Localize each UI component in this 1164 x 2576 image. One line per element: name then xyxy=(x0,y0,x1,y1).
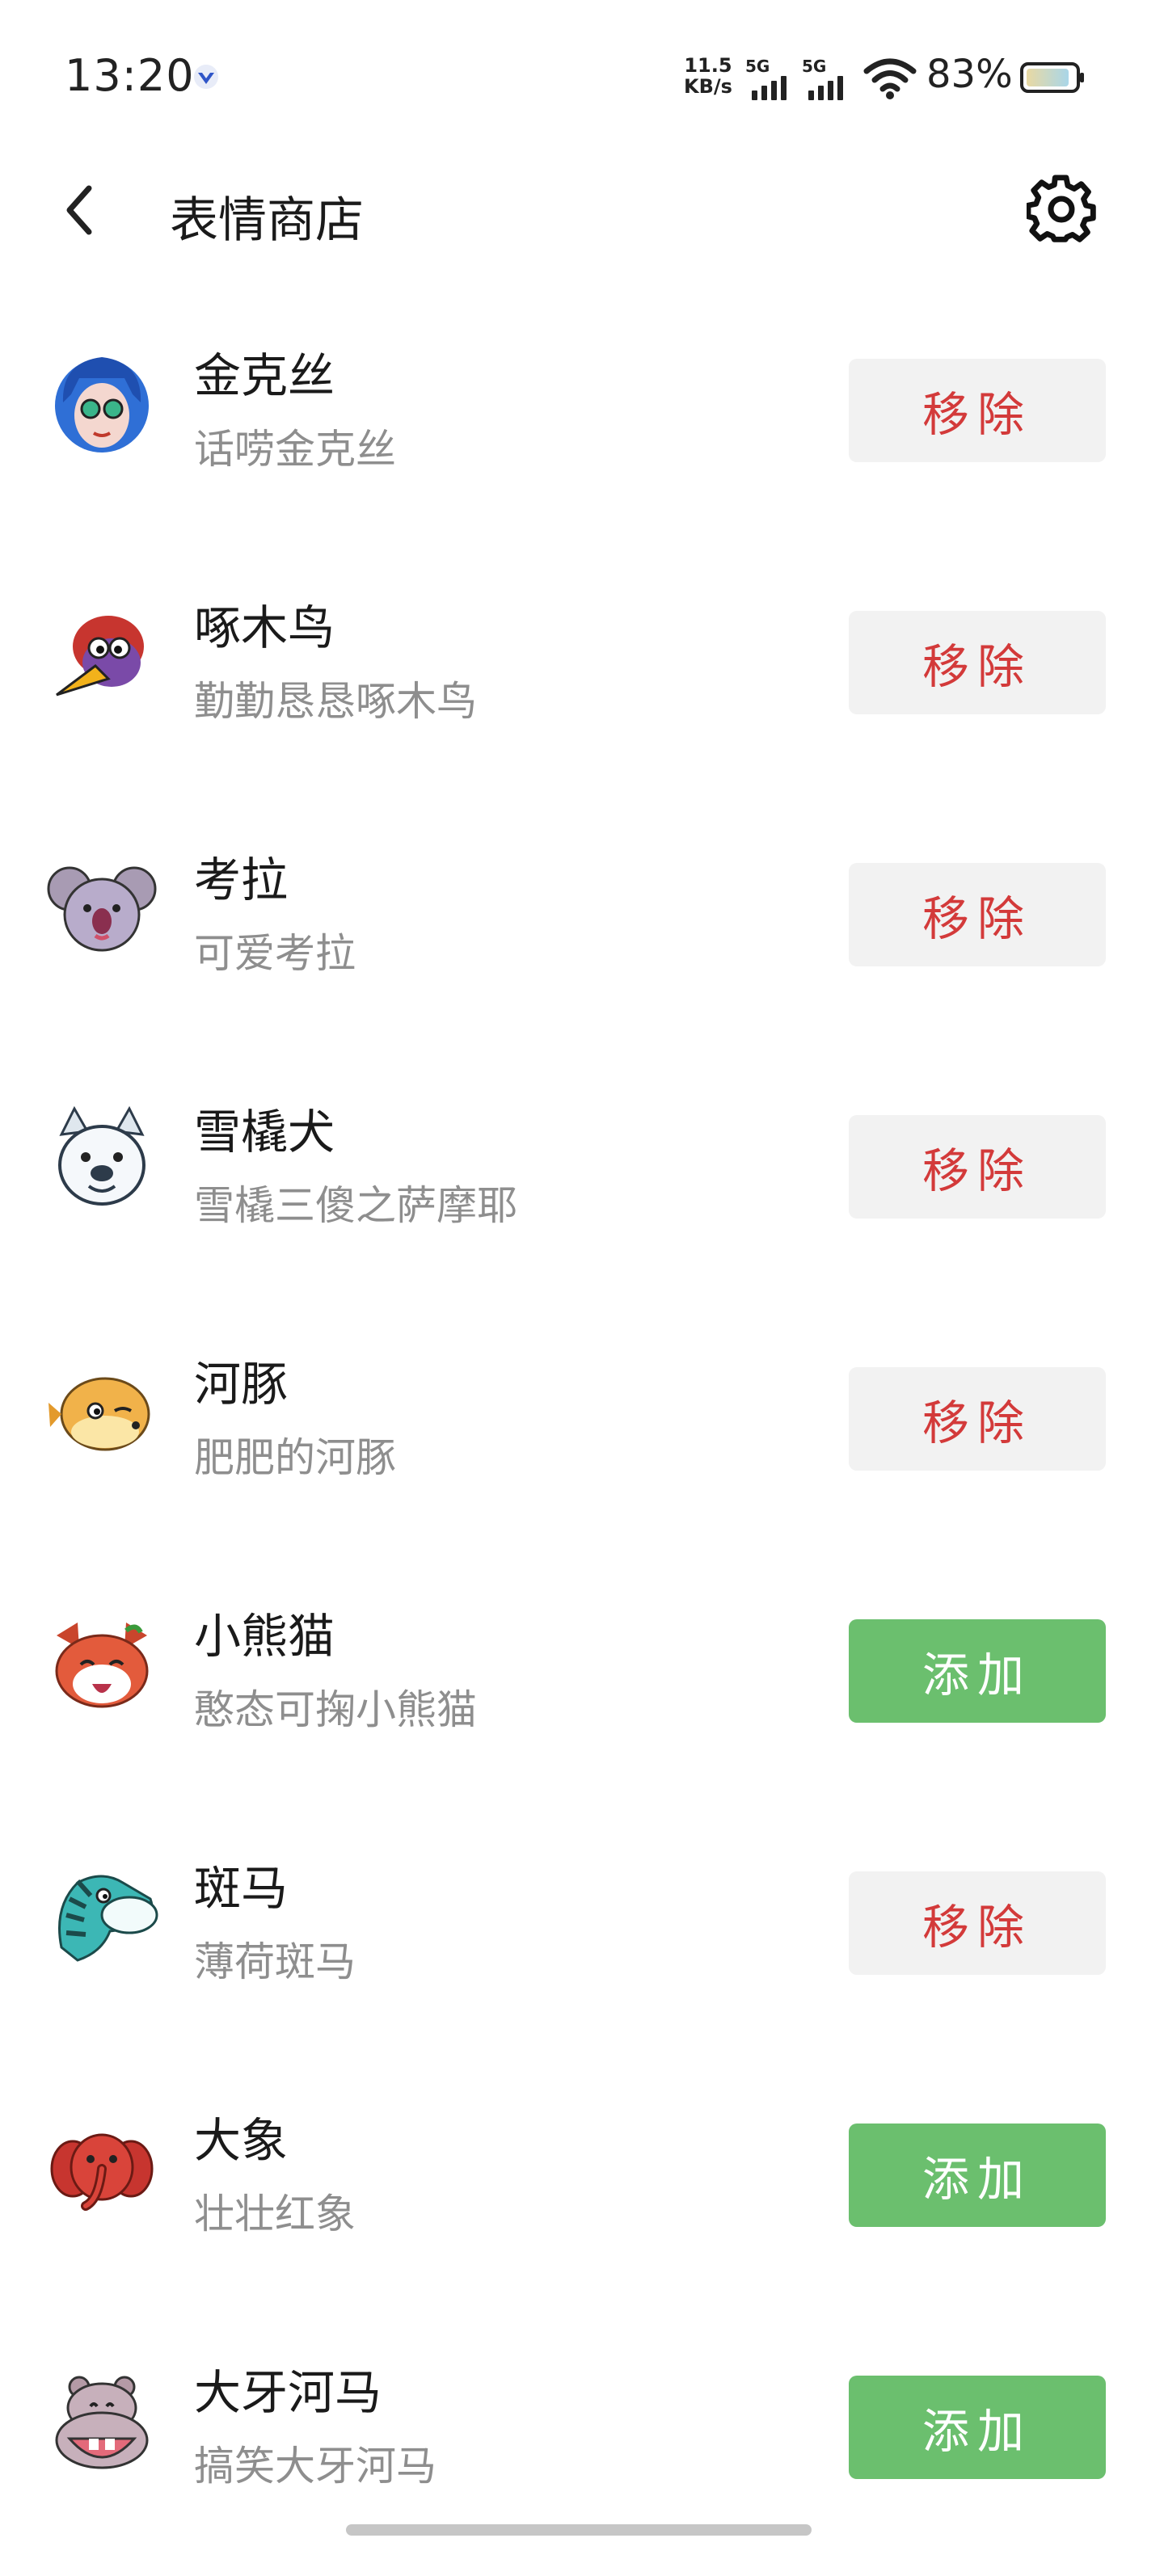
battery-icon xyxy=(1020,62,1084,93)
net-speed-value: 11.5 xyxy=(684,54,732,77)
app-header: 表情商店 xyxy=(0,154,1164,267)
sticker-name: 大象 xyxy=(194,2113,289,2168)
home-indicator[interactable] xyxy=(346,2524,812,2536)
sticker-description: 薄荷斑马 xyxy=(194,1938,356,1985)
hippo-avatar xyxy=(55,2376,149,2469)
sticker-name: 河豚 xyxy=(194,1357,289,1412)
sticker-row[interactable]: 小熊猫憨态可掬小熊猫 添加 xyxy=(0,1568,1164,1820)
sticker-name: 大牙河马 xyxy=(194,2365,382,2420)
sticker-description: 肥肥的河豚 xyxy=(194,1434,396,1481)
woodpecker-avatar xyxy=(56,616,144,697)
gear-icon xyxy=(1027,175,1096,242)
cell-signal-2-icon: 5G xyxy=(802,57,854,100)
sticker-description: 憨态可掬小熊猫 xyxy=(194,1686,477,1733)
sticker-row[interactable]: 金克丝话唠金克丝 移除 xyxy=(0,307,1164,559)
koala-avatar xyxy=(47,866,157,952)
sticker-name: 雪橇犬 xyxy=(194,1105,335,1160)
husky-avatar xyxy=(58,1105,146,1206)
sticker-row[interactable]: 考拉可爱考拉 移除 xyxy=(0,811,1164,1063)
remove-button[interactable]: 移除 xyxy=(849,359,1106,462)
signal-2-label: 5G xyxy=(802,57,827,76)
sticker-description: 雪橇三傻之萨摩耶 xyxy=(194,1182,517,1229)
zebra-avatar xyxy=(58,1875,158,1962)
status-bar: 13:20 11.5 KB/s 5G 5G 83% xyxy=(0,0,1164,154)
sticker-row[interactable]: 大象壮壮红象 添加 xyxy=(0,2072,1164,2324)
app-notification-icon xyxy=(194,65,218,89)
sticker-name: 考拉 xyxy=(194,852,289,907)
elephant-avatar xyxy=(50,2133,154,2211)
remove-button[interactable]: 移除 xyxy=(849,1367,1106,1471)
remove-button[interactable]: 移除 xyxy=(849,1115,1106,1219)
sticker-description: 可爱考拉 xyxy=(194,930,356,977)
remove-button[interactable]: 移除 xyxy=(849,1871,1106,1975)
sticker-name: 金克丝 xyxy=(194,348,335,403)
sticker-description: 话唠金克丝 xyxy=(194,426,396,473)
battery-percent: 83% xyxy=(926,52,1013,97)
sticker-row[interactable]: 啄木鸟勤勤恳恳啄木鸟 移除 xyxy=(0,559,1164,811)
sticker-row[interactable]: 斑马薄荷斑马 移除 xyxy=(0,1820,1164,2072)
remove-button[interactable]: 移除 xyxy=(849,863,1106,966)
jinx-avatar xyxy=(55,357,149,452)
red-panda-avatar xyxy=(55,1623,149,1708)
sticker-list: 金克丝 话唠金克丝 移除 啄木鸟 勤勤恳恳啄木鸟 移除 考拉 可爱考拉 移除 雪橇犬 雪橇三傻之萨摩… xyxy=(0,307,1164,2576)
settings-button[interactable] xyxy=(1023,171,1099,247)
status-time: 13:20 xyxy=(65,50,195,101)
chevron-left-icon xyxy=(66,185,92,235)
add-button[interactable]: 添加 xyxy=(849,2376,1106,2479)
sticker-description: 搞笑大牙河马 xyxy=(194,2443,436,2490)
sticker-name: 啄木鸟 xyxy=(194,600,335,655)
add-button[interactable]: 添加 xyxy=(849,1619,1106,1723)
back-button[interactable] xyxy=(53,178,105,242)
sticker-description: 壮壮红象 xyxy=(194,2191,356,2237)
sticker-name: 小熊猫 xyxy=(194,1609,335,1664)
sticker-row[interactable]: 大牙河马搞笑大牙河马 添加 xyxy=(0,2324,1164,2576)
cell-signal-1-icon: 5G xyxy=(745,57,797,100)
sticker-name: 斑马 xyxy=(194,1861,289,1916)
add-button[interactable]: 添加 xyxy=(849,2124,1106,2227)
page-title: 表情商店 xyxy=(170,192,364,249)
signal-1-label: 5G xyxy=(745,57,770,76)
net-speed-unit: KB/s xyxy=(684,75,732,98)
sticker-row[interactable]: 雪橇犬雪橇三傻之萨摩耶 移除 xyxy=(0,1063,1164,1315)
net-speed: 11.5 KB/s xyxy=(684,55,732,97)
pufferfish-avatar xyxy=(48,1377,150,1451)
sticker-row[interactable]: 河豚肥肥的河豚 移除 xyxy=(0,1315,1164,1568)
wifi-icon xyxy=(863,58,917,99)
sticker-description: 勤勤恳恳啄木鸟 xyxy=(194,678,477,725)
remove-button[interactable]: 移除 xyxy=(849,611,1106,714)
